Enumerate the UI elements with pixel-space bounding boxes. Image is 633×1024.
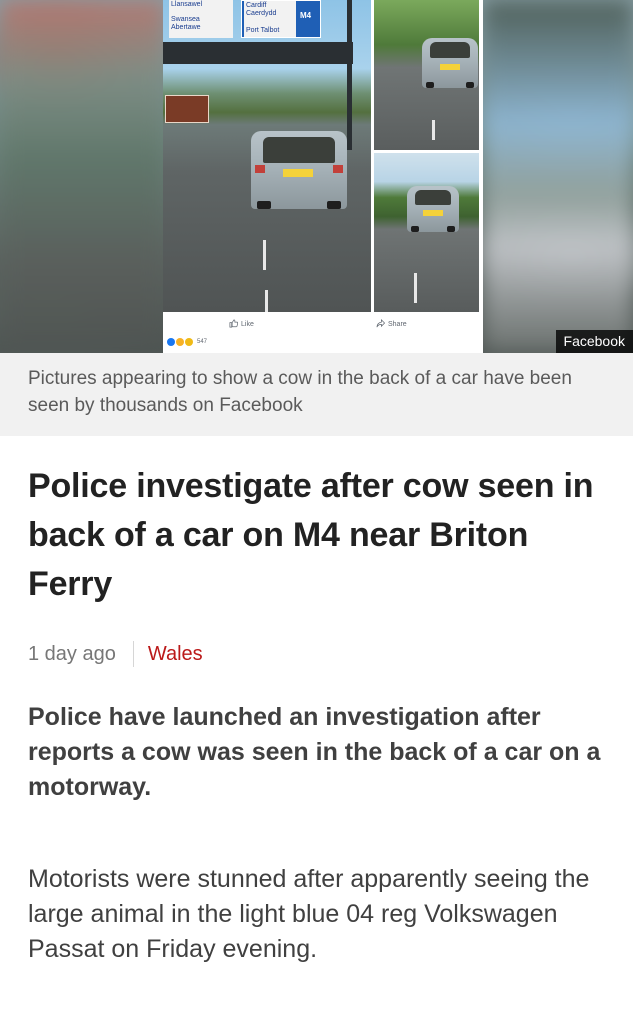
like-reaction-icon (167, 338, 175, 346)
article-body-paragraph: Motorists were stunned after apparently … (28, 865, 590, 963)
lane-marking (265, 290, 268, 312)
car-rear-view (407, 186, 459, 232)
like-button[interactable]: Like (229, 319, 254, 330)
thumbs-up-icon (229, 319, 239, 330)
share-label: Share (388, 321, 407, 328)
reaction-summary: 547 (167, 338, 207, 346)
blurred-background-right (483, 0, 633, 353)
share-arrow-icon (376, 319, 386, 330)
facebook-post-screenshot: Llansawel Swansea Abertawe Cardiff Caerd… (163, 0, 483, 353)
share-button[interactable]: Share (376, 319, 407, 330)
wow-reaction-icon (185, 338, 193, 346)
caption-text: Pictures appearing to show a cow in the … (28, 368, 572, 416)
haha-reaction-icon (176, 338, 184, 346)
article-meta: 1 day ago Wales (28, 640, 203, 668)
car-photo-2 (374, 0, 479, 150)
road-sign-motorway: Cardiff Caerdydd Port Talbot M4 (241, 0, 321, 38)
image-credit-badge: Facebook (555, 330, 633, 353)
article-hero-image[interactable]: Llansawel Swansea Abertawe Cardiff Caerd… (0, 0, 633, 353)
article-intro: Police have launched an investigation af… (28, 703, 601, 801)
reaction-count: 547 (197, 339, 208, 345)
lane-marking (263, 240, 266, 270)
car-photo-3 (374, 153, 479, 312)
gantry-bridge (163, 42, 353, 64)
blurred-background-left (0, 0, 165, 353)
car-with-cow (251, 131, 347, 209)
article-headline: Police investigate after cow seen in bac… (28, 467, 594, 603)
road-sign-left: Llansawel Swansea Abertawe (169, 0, 233, 38)
brown-tourist-sign (165, 95, 209, 123)
section-link[interactable]: Wales (148, 643, 203, 666)
meta-divider (132, 641, 134, 667)
post-action-bar: Like Share (163, 314, 483, 336)
gantry-pole (347, 0, 352, 150)
article-timestamp: 1 day ago (28, 642, 116, 665)
main-car-photo: Llansawel Swansea Abertawe Cardiff Caerd… (163, 0, 371, 312)
car-rear-view (422, 38, 478, 88)
image-caption: Pictures appearing to show a cow in the … (0, 353, 633, 436)
like-label: Like (241, 321, 254, 328)
